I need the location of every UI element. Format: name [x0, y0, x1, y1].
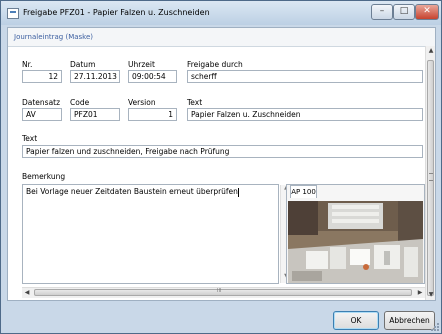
freigabe-durch-label: Freigabe durch: [187, 60, 243, 69]
window-icon: [7, 8, 19, 19]
image-tab-panel: AP 100: [286, 184, 425, 284]
ok-button[interactable]: OK: [333, 311, 379, 330]
workstation-photo-graphic: [288, 201, 423, 283]
dialog-window: Freigabe PFZ01 - Papier Falzen u. Zuschn…: [0, 0, 442, 334]
section-header-label: Journaleintrag (Maske): [14, 33, 94, 41]
nr-field[interactable]: 12: [22, 70, 62, 83]
workstation-photo: [288, 201, 423, 283]
text-long-label: Text: [22, 134, 38, 143]
horizontal-scroll-thumb[interactable]: III: [34, 288, 412, 296]
scroll-up-icon[interactable]: ▲: [426, 46, 435, 56]
datum-field[interactable]: 27.11.2013: [70, 70, 120, 83]
text-caret: [237, 187, 239, 197]
close-button[interactable]: ✕: [415, 4, 439, 20]
window-title: Freigabe PFZ01 - Papier Falzen u. Zuschn…: [23, 8, 210, 17]
text-long-field[interactable]: Papier falzen und zuschneiden, Freigabe …: [22, 145, 423, 158]
text-short-label: Text: [187, 98, 203, 107]
uhrzeit-field[interactable]: 09:00:54: [128, 70, 177, 83]
maximize-button[interactable]: □: [393, 4, 415, 20]
vertical-scroll-thumb[interactable]: [427, 60, 434, 296]
freigabe-durch-field[interactable]: scherff: [187, 70, 423, 83]
text-short-field[interactable]: Papier Falzen u. Zuschneiden: [187, 108, 423, 121]
title-bar: Freigabe PFZ01 - Papier Falzen u. Zuschn…: [1, 1, 441, 25]
nr-label: Nr.: [22, 60, 33, 69]
cancel-button[interactable]: Abbrechen: [384, 311, 435, 330]
version-field[interactable]: 1: [128, 108, 177, 121]
horizontal-scrollbar[interactable]: ◀ III ▶: [22, 287, 425, 298]
minimize-button[interactable]: –: [371, 4, 393, 20]
bemerkung-label: Bemerkung: [22, 172, 66, 181]
bemerkung-text: Bei Vorlage neuer Zeitdaten Baustein ern…: [26, 187, 238, 196]
scroll-grip-icon: [429, 173, 433, 181]
datum-label: Datum: [70, 60, 96, 69]
vertical-scrollbar[interactable]: ▲ ▼: [425, 46, 435, 300]
scroll-down-icon[interactable]: ▼: [426, 290, 435, 300]
scroll-right-arrow-icon[interactable]: ▶: [415, 288, 425, 298]
resize-grip-icon[interactable]: [431, 323, 439, 331]
scroll-thumb-grip-icon: III: [217, 288, 222, 294]
section-header: Journaleintrag (Maske): [8, 28, 435, 47]
code-field[interactable]: PFZ01: [70, 108, 120, 121]
datensatz-field[interactable]: AV: [22, 108, 62, 121]
tab-ap-100[interactable]: AP 100: [290, 185, 317, 198]
version-label: Version: [128, 98, 156, 107]
datensatz-label: Datensatz: [22, 98, 61, 107]
code-label: Code: [70, 98, 90, 107]
uhrzeit-label: Uhrzeit: [128, 60, 155, 69]
bemerkung-field[interactable]: Bei Vorlage neuer Zeitdaten Baustein ern…: [22, 184, 291, 284]
form-area: Journaleintrag (Maske) Nr. 12 Datum 27.1…: [7, 27, 436, 301]
scroll-left-arrow-icon[interactable]: ◀: [22, 288, 32, 298]
